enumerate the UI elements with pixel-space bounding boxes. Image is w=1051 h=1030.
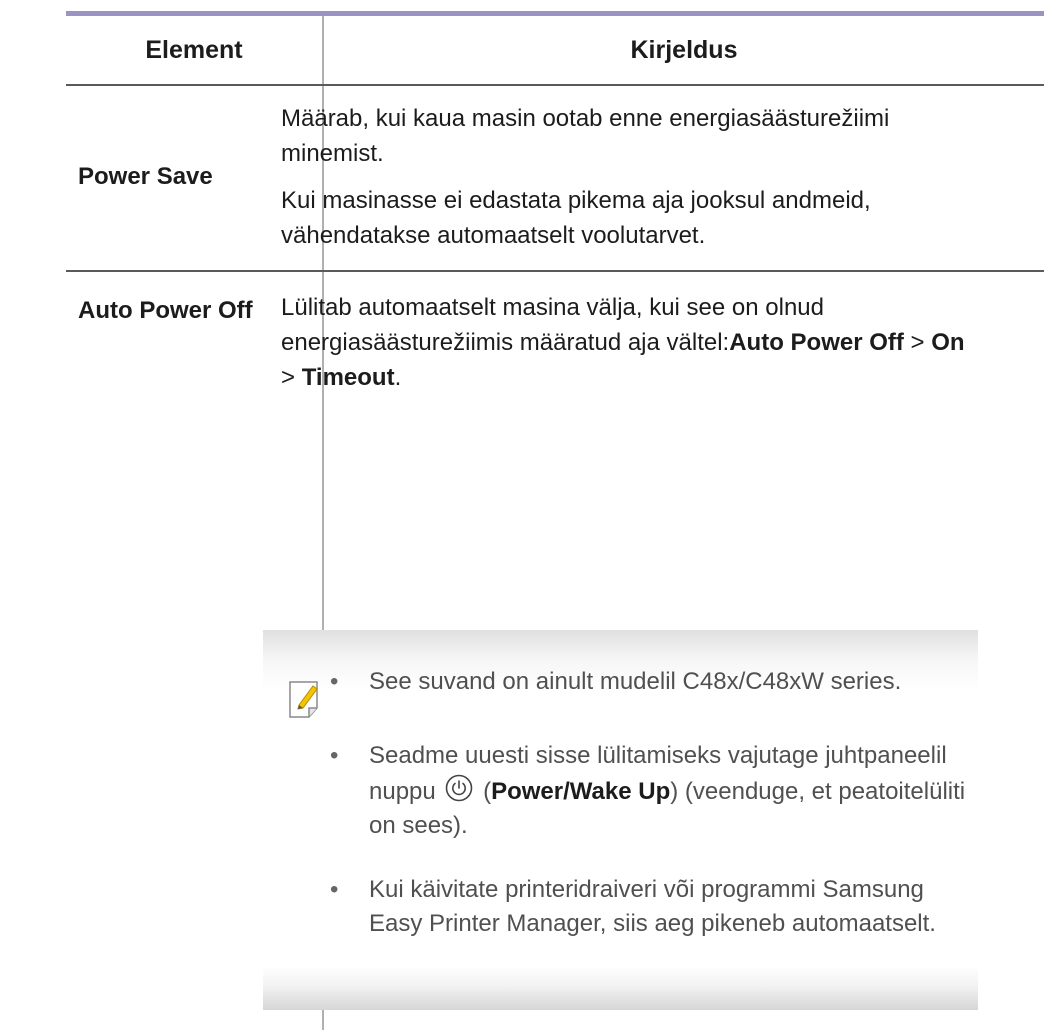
header-element: Element [145,35,243,64]
row-label-power-save: Power Save [78,163,213,190]
row-separator [66,270,1044,272]
bullet-marker: • [330,742,339,769]
note-item-2: Seadme uuesti sisse lülitamiseks vajutag… [369,742,966,839]
power-save-description-1: Määrab, kui kaua masin ootab enne energi… [281,105,890,167]
table-header-row: Element Kirjeldus [66,16,1044,84]
note-pencil-icon [287,680,327,720]
note-item-3: Kui käivitate printeridraiveri või progr… [369,876,936,937]
note-item-1: See suvand on ainult mudelil C48x/C48xW … [369,668,902,695]
menu-path-auto-power-off: Auto Power Off [729,329,904,356]
bullet-marker: • [330,668,339,695]
header-description: Kirjeldus [630,35,738,64]
power-save-description-2: Kui masinasse ei edastata pikema aja joo… [281,187,871,249]
header-bottom-rule [66,84,1044,86]
header-divider [322,16,324,84]
power-icon [444,773,474,803]
power-wake-up-label: Power/Wake Up [491,778,671,805]
auto-power-off-description: Lülitab automaatselt masina välja, kui s… [281,294,965,391]
menu-path-timeout: Timeout [301,364,395,391]
menu-path-on: On [931,329,965,356]
row-label-auto-power-off: Auto Power Off [78,297,253,324]
bullet-marker: • [330,876,339,903]
